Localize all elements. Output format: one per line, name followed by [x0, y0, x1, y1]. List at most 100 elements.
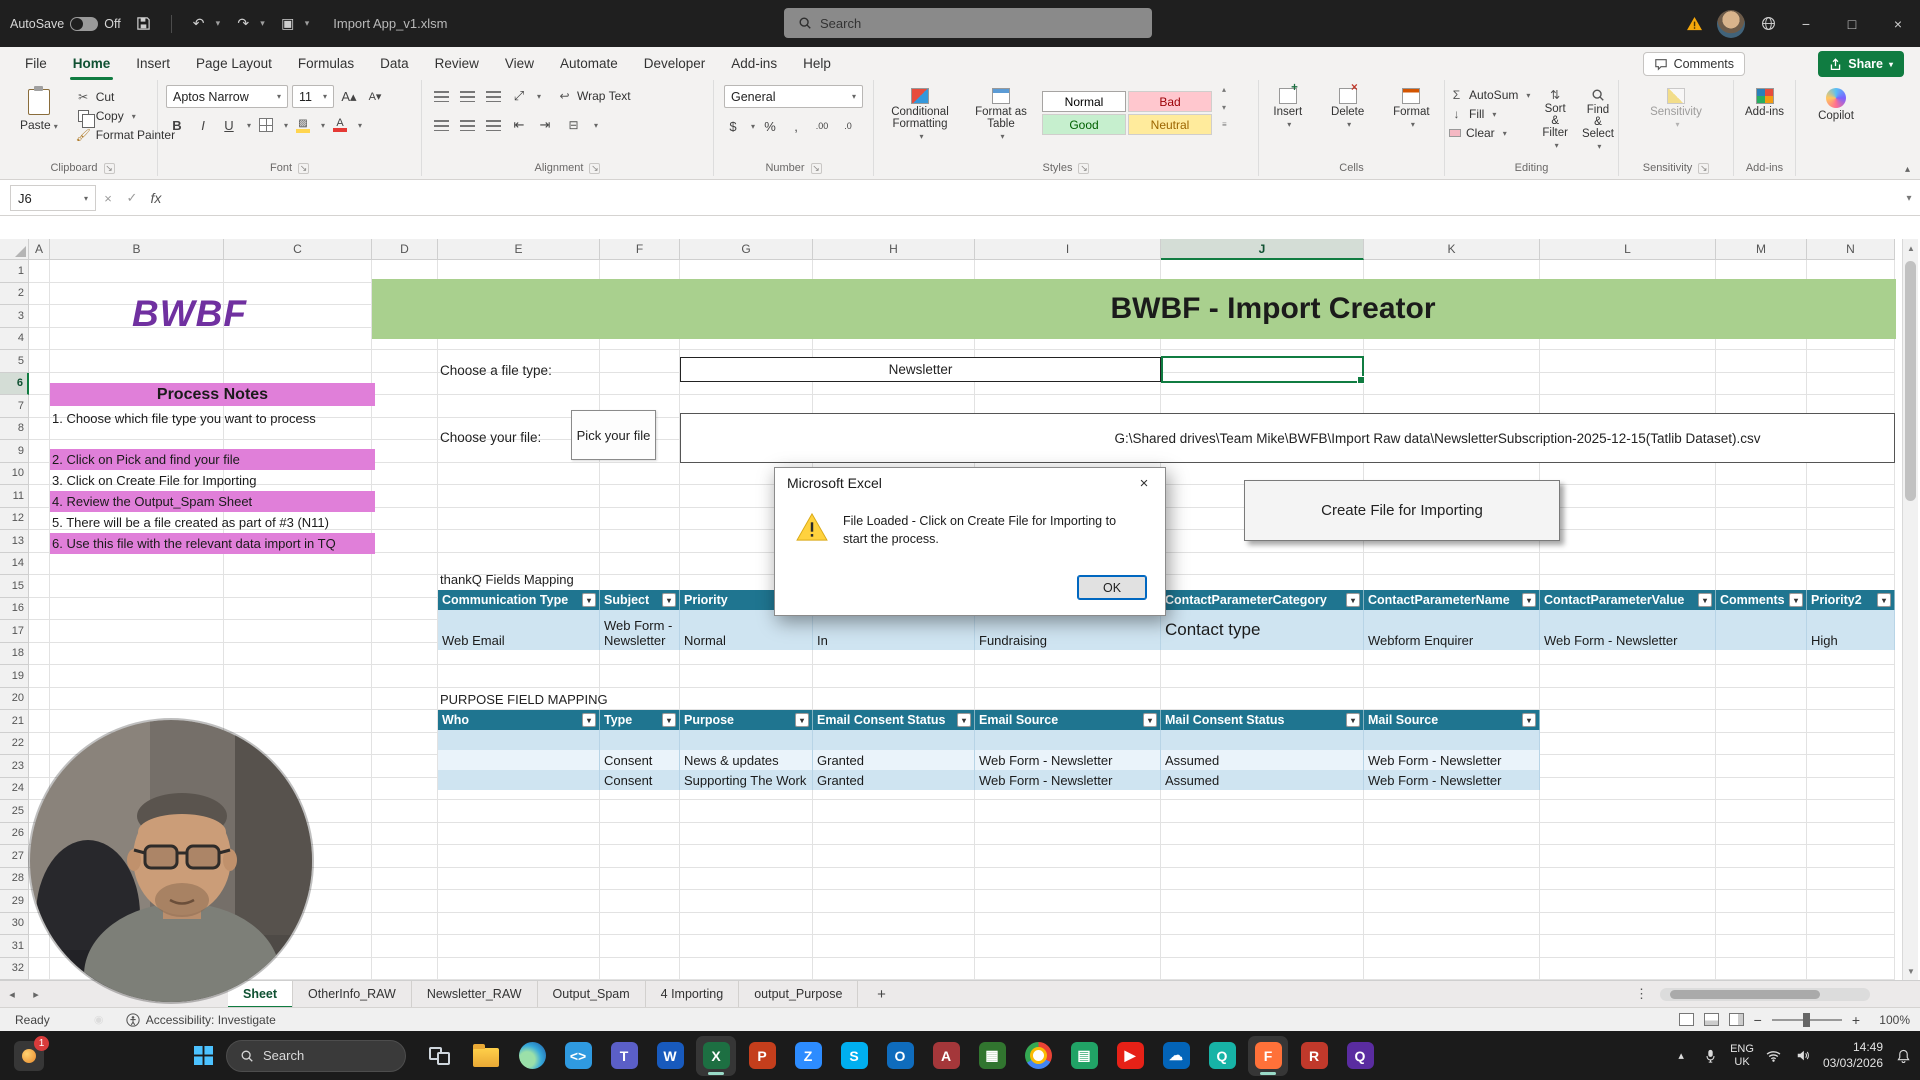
zoom-in-button[interactable]: + [1852, 1012, 1860, 1028]
filter-dropdown-icon[interactable]: ▾ [1789, 593, 1803, 607]
map2-cell[interactable] [1161, 730, 1364, 750]
titlebar-search-box[interactable]: Search [784, 8, 1152, 38]
filter-dropdown-icon[interactable]: ▾ [795, 713, 809, 727]
start-button[interactable] [186, 1039, 220, 1073]
screenshot-tool-icon[interactable]: ▣ [274, 10, 302, 38]
map2-cell[interactable]: Assumed [1161, 750, 1364, 770]
decrease-indent-button[interactable]: ⇤ [508, 114, 530, 136]
row-header-10[interactable]: 10 [0, 462, 29, 485]
accessibility-status[interactable]: Accessibility: Investigate [126, 1013, 276, 1027]
row-header-29[interactable]: 29 [0, 890, 29, 913]
row-header-2[interactable]: 2 [0, 282, 29, 305]
zoom-level[interactable]: 100% [1870, 1013, 1910, 1027]
row-header-23[interactable]: 23 [0, 755, 29, 778]
cell-style-neutral[interactable]: Neutral [1128, 114, 1212, 135]
percent-style-button[interactable]: % [759, 115, 781, 137]
vertical-scroll-thumb[interactable] [1905, 261, 1916, 501]
delete-cells-button[interactable]: Delete▾ [1325, 82, 1370, 132]
sheet-tabs-more-icon[interactable]: ⋮ [1635, 986, 1648, 1002]
taskbar-app-excel[interactable]: X [696, 1035, 736, 1076]
map2-cell[interactable] [438, 750, 600, 770]
network-globe-icon[interactable] [1754, 10, 1782, 38]
hidden-icons-chevron[interactable]: ▴ [1672, 1047, 1690, 1065]
align-top-button[interactable] [430, 85, 452, 107]
filter-dropdown-icon[interactable]: ▾ [1143, 713, 1157, 727]
paste-button[interactable]: Paste ▾ [12, 85, 66, 143]
fill-button[interactable]: ↓ Fill ▾ [1445, 106, 1534, 122]
scroll-up-arrow[interactable]: ▲ [1903, 239, 1919, 257]
row-header-5[interactable]: 5 [0, 350, 29, 373]
sheet-nav-right-arrow[interactable]: ▸ [24, 988, 48, 1001]
sensitivity-dialog-launcher[interactable]: ↘ [1698, 162, 1710, 174]
row-header-7[interactable]: 7 [0, 395, 29, 418]
map1-header-ContactParameterCategory[interactable]: ContactParameterCategory ▾ [1161, 590, 1364, 610]
map1-cell[interactable]: Webform Enquirer [1364, 610, 1540, 650]
cancel-entry-icon[interactable]: × [96, 186, 120, 210]
maximize-button[interactable]: □ [1830, 0, 1874, 47]
filter-dropdown-icon[interactable]: ▾ [1346, 593, 1360, 607]
autosave-toggle[interactable]: AutoSave Off [10, 16, 121, 31]
font-dialog-launcher[interactable]: ↘ [298, 162, 309, 174]
filter-dropdown-icon[interactable]: ▾ [662, 593, 676, 607]
map2-cell[interactable]: Granted [813, 750, 975, 770]
ribbon-tab-page-layout[interactable]: Page Layout [183, 50, 285, 77]
thankq-mapping-table[interactable]: Communication Type▾Subject▾Priority▾Cont… [438, 590, 1895, 650]
user-avatar[interactable] [1717, 9, 1745, 38]
row-header-1[interactable]: 1 [0, 260, 29, 283]
undo-button[interactable]: ↶ [185, 10, 213, 38]
map2-header-Mail Consent Status[interactable]: Mail Consent Status ▾ [1161, 710, 1364, 730]
map2-cell[interactable]: Web Form - Newsletter [975, 750, 1161, 770]
ribbon-tab-home[interactable]: Home [60, 50, 124, 80]
filter-dropdown-icon[interactable]: ▾ [957, 713, 971, 727]
map2-cell[interactable] [1364, 730, 1540, 750]
row-header-17[interactable]: 17 [0, 620, 29, 643]
map2-cell[interactable] [438, 730, 600, 750]
comments-button[interactable]: Comments [1642, 52, 1745, 76]
row-header-21[interactable]: 21 [0, 710, 29, 733]
map2-header-Mail Source[interactable]: Mail Source ▾ [1364, 710, 1540, 730]
ribbon-tab-developer[interactable]: Developer [631, 50, 719, 77]
row-header-31[interactable]: 31 [0, 935, 29, 958]
row-header-22[interactable]: 22 [0, 732, 29, 755]
redo-button[interactable]: ↷ [229, 10, 257, 38]
row-header-11[interactable]: 11 [0, 485, 29, 508]
create-file-button[interactable]: Create File for Importing [1244, 480, 1560, 541]
alignment-dialog-launcher[interactable]: ↘ [589, 162, 601, 174]
row-header-3[interactable]: 3 [0, 305, 29, 328]
insert-function-icon[interactable]: fx [144, 186, 168, 210]
map1-cell[interactable]: Fundraising [975, 610, 1161, 650]
save-icon[interactable] [130, 10, 158, 38]
dialog-close-icon[interactable]: × [1123, 468, 1165, 498]
dialog-ok-button[interactable]: OK [1077, 575, 1147, 600]
row-header-4[interactable]: 4 [0, 327, 29, 350]
zoom-out-button[interactable]: − [1754, 1012, 1762, 1028]
row-header-6[interactable]: 6 [0, 372, 29, 395]
font-color-button[interactable]: A [329, 114, 351, 136]
map1-cell[interactable]: Web Form - Newsletter [1540, 610, 1716, 650]
map1-header-ContactParameterValue[interactable]: ContactParameterValue ▾ [1540, 590, 1716, 610]
map2-cell[interactable] [813, 730, 975, 750]
redo-menu-chevron[interactable]: ▾ [260, 18, 265, 29]
vertical-scrollbar[interactable]: ▲ ▼ [1902, 239, 1918, 980]
taskbar-app-chrome[interactable] [1018, 1036, 1058, 1076]
taskbar-app-word[interactable]: W [650, 1036, 690, 1076]
align-middle-button[interactable] [456, 85, 478, 107]
new-sheet-button[interactable]: + [868, 983, 894, 1005]
map1-cell[interactable]: In [813, 610, 975, 650]
map1-cell[interactable]: Web Email [438, 610, 600, 650]
autosum-button[interactable]: Σ AutoSum ▾ [1445, 87, 1534, 103]
map2-cell[interactable]: News & updates [680, 750, 813, 770]
map1-cell[interactable]: Contact type [1161, 610, 1364, 650]
close-button[interactable]: × [1876, 0, 1920, 47]
align-left-button[interactable] [430, 114, 452, 136]
map2-header-Purpose[interactable]: Purpose ▾ [680, 710, 813, 730]
row-header-15[interactable]: 15 [0, 575, 29, 598]
row-header-20[interactable]: 20 [0, 687, 29, 710]
row-header-12[interactable]: 12 [0, 507, 29, 530]
map1-cell[interactable] [1716, 610, 1807, 650]
column-header-C[interactable]: C [224, 239, 372, 260]
column-header-L[interactable]: L [1540, 239, 1716, 260]
widgets-button[interactable]: 1 [14, 1035, 49, 1071]
column-header-E[interactable]: E [438, 239, 600, 260]
increase-font-size-button[interactable]: A▴ [338, 86, 360, 108]
